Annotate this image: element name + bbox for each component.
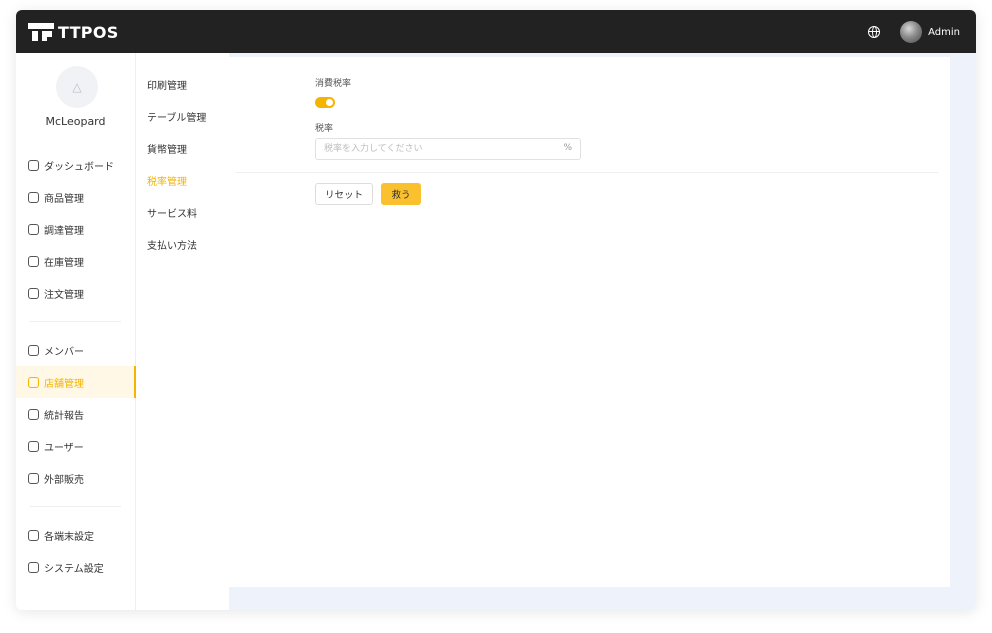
sidebar-item-label: 外部販売 [44, 474, 84, 486]
sidebar-item-label: 商品管理 [44, 193, 84, 205]
globe-icon[interactable] [868, 26, 881, 38]
sidebar-item-label: 店舗管理 [44, 378, 84, 390]
cart-icon [28, 223, 39, 235]
app-name: TTPOS [58, 22, 119, 42]
image-placeholder-icon[interactable]: △ [56, 66, 98, 108]
sidebar-item-label: ユーザー [44, 442, 84, 454]
sidebar-item-member[interactable]: メンバー [16, 334, 135, 366]
sidebar-item-users[interactable]: ユーザー [16, 430, 135, 462]
sidebar-item-order[interactable]: 注文管理 [16, 277, 135, 309]
submenu-item[interactable]: 支払い方法 [136, 231, 229, 263]
consumption-tax-label: 消費税率 [315, 79, 352, 89]
form-divider [236, 172, 938, 173]
tax-rate-field[interactable]: % [315, 138, 581, 160]
sidebar-item-cart[interactable]: 調達管理 [16, 213, 135, 245]
consumption-tax-toggle[interactable] [315, 97, 335, 108]
report-icon [28, 408, 39, 420]
sidebar: △ McLeopard ダッシュボード 商品管理調達管理在庫管理注文管理メンバー店… [16, 53, 136, 610]
sidebar-divider [30, 506, 121, 507]
dashboard-icon [28, 159, 39, 171]
submenu-item[interactable]: テーブル管理 [136, 103, 229, 135]
settings-icon [28, 561, 39, 573]
submenu-item[interactable]: サービス料 [136, 199, 229, 231]
sidebar-item-label: ダッシュボード [44, 161, 114, 173]
inventory-icon [28, 255, 39, 267]
sidebar-item-label: 統計報告 [44, 410, 84, 422]
sidebar-item-label: 各端末設定 [44, 531, 94, 543]
reset-button[interactable]: リセット [315, 183, 373, 205]
sidebar-item-settings[interactable]: システム設定 [16, 551, 135, 583]
user-name[interactable]: Admin [928, 27, 960, 38]
store-name: McLeopard [45, 115, 106, 128]
tax-rate-input[interactable] [316, 139, 572, 159]
sidebar-item-dashboard[interactable]: ダッシュボード [16, 149, 135, 181]
submenu-item[interactable]: 税率管理 [136, 167, 229, 199]
external-sales-icon [28, 472, 39, 484]
tax-settings-panel: 消費税率 税率 % リセット 救う [224, 57, 950, 587]
sidebar-divider [30, 321, 121, 322]
sidebar-item-store[interactable]: 店舗管理 [16, 366, 136, 398]
store-icon [28, 376, 39, 388]
sidebar-menu: ダッシュボード 商品管理調達管理在庫管理注文管理メンバー店舗管理統計報告ユーザー外… [16, 149, 136, 583]
product-icon [28, 191, 39, 203]
app-logo[interactable]: TTPOS [28, 22, 119, 42]
sidebar-item-external-sales[interactable]: 外部販売 [16, 462, 135, 494]
users-icon [28, 440, 39, 452]
sidebar-item-inventory[interactable]: 在庫管理 [16, 245, 135, 277]
top-bar: TTPOS Admin [16, 10, 976, 53]
sidebar-item-terminal[interactable]: 各端末設定 [16, 519, 135, 551]
sidebar-item-label: システム設定 [44, 563, 104, 575]
submenu: 印刷管理 テーブル管理 貨幣管理 税率管理 サービス料 支払い方法 [136, 53, 229, 610]
tax-rate-label: 税率 [315, 124, 334, 134]
percent-suffix: % [563, 143, 572, 153]
logo-mark-icon [28, 23, 54, 41]
save-button[interactable]: 救う [381, 183, 421, 205]
sidebar-item-report[interactable]: 統計報告 [16, 398, 135, 430]
user-avatar[interactable] [900, 21, 923, 43]
sidebar-item-label: 注文管理 [44, 289, 84, 301]
top-right-controls: Admin [868, 20, 960, 44]
submenu-item[interactable]: 印刷管理 [136, 71, 229, 103]
sidebar-item-label: 在庫管理 [44, 257, 84, 269]
submenu-item[interactable]: 貨幣管理 [136, 135, 229, 167]
sidebar-item-label: 調達管理 [44, 225, 84, 237]
sidebar-item-label: メンバー [44, 346, 84, 358]
member-icon [28, 344, 39, 356]
order-icon [28, 287, 39, 299]
sidebar-item-product[interactable]: 商品管理 [16, 181, 135, 213]
toggle-knob [326, 99, 333, 106]
terminal-icon [28, 529, 39, 541]
